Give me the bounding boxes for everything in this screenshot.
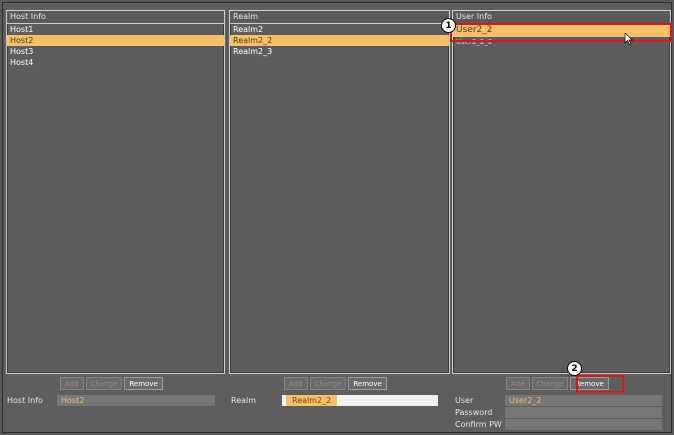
user-add-button[interactable]: Add: [506, 377, 530, 390]
realm-label: Realm: [231, 396, 257, 405]
user-info-panel: User Info User2_2 User2_2_2: [452, 10, 671, 374]
realm-field-value: Realm2_2: [286, 395, 338, 406]
callout-2: 2: [567, 361, 582, 376]
user-change-button[interactable]: Change: [531, 377, 569, 390]
host-button-bar: Add Change Remove: [60, 377, 163, 391]
highlight-box-remove-button: [576, 375, 624, 393]
host-change-button[interactable]: Change: [85, 377, 123, 390]
realm-item-2[interactable]: Realm2_2: [230, 35, 449, 46]
host-item-4[interactable]: Host4: [7, 57, 224, 68]
realm-header: Realm: [230, 11, 449, 24]
host-info-label: Host Info: [7, 396, 43, 405]
callout-1: 1: [441, 18, 456, 33]
password-label: Password: [455, 408, 493, 417]
host-add-button[interactable]: Add: [60, 377, 84, 390]
realm-field[interactable]: Realm2_2: [282, 395, 438, 406]
user-label: User: [455, 396, 474, 405]
realm-item-3[interactable]: Realm2_3: [230, 46, 449, 57]
host-list: Host1 Host2 Host3 Host4: [7, 24, 224, 68]
host-info-field[interactable]: Host2: [57, 395, 215, 406]
host-info-header: Host Info: [7, 11, 224, 24]
realm-change-button[interactable]: Change: [309, 377, 347, 390]
realm-panel: Realm Realm2 Realm2_2 Realm2_3: [229, 10, 450, 374]
confirm-pw-field[interactable]: [505, 419, 662, 430]
host-item-2[interactable]: Host2: [7, 35, 224, 46]
user-field[interactable]: User2_2: [505, 395, 662, 406]
realm-button-bar: Add Change Remove: [284, 377, 387, 391]
highlight-box-user-item: [450, 23, 672, 42]
password-field[interactable]: [505, 407, 662, 418]
confirm-pw-label: Confirm PW: [455, 420, 502, 429]
realm-list: Realm2 Realm2_2 Realm2_3: [230, 24, 449, 57]
host-remove-button[interactable]: Remove: [124, 377, 163, 390]
realm-add-button[interactable]: Add: [284, 377, 308, 390]
realm-remove-button[interactable]: Remove: [348, 377, 387, 390]
host-info-panel: Host Info Host1 Host2 Host3 Host4: [6, 10, 225, 374]
mouse-cursor-icon: [624, 33, 634, 45]
realm-item-1[interactable]: Realm2: [230, 24, 449, 35]
host-item-1[interactable]: Host1: [7, 24, 224, 35]
host-item-3[interactable]: Host3: [7, 46, 224, 57]
